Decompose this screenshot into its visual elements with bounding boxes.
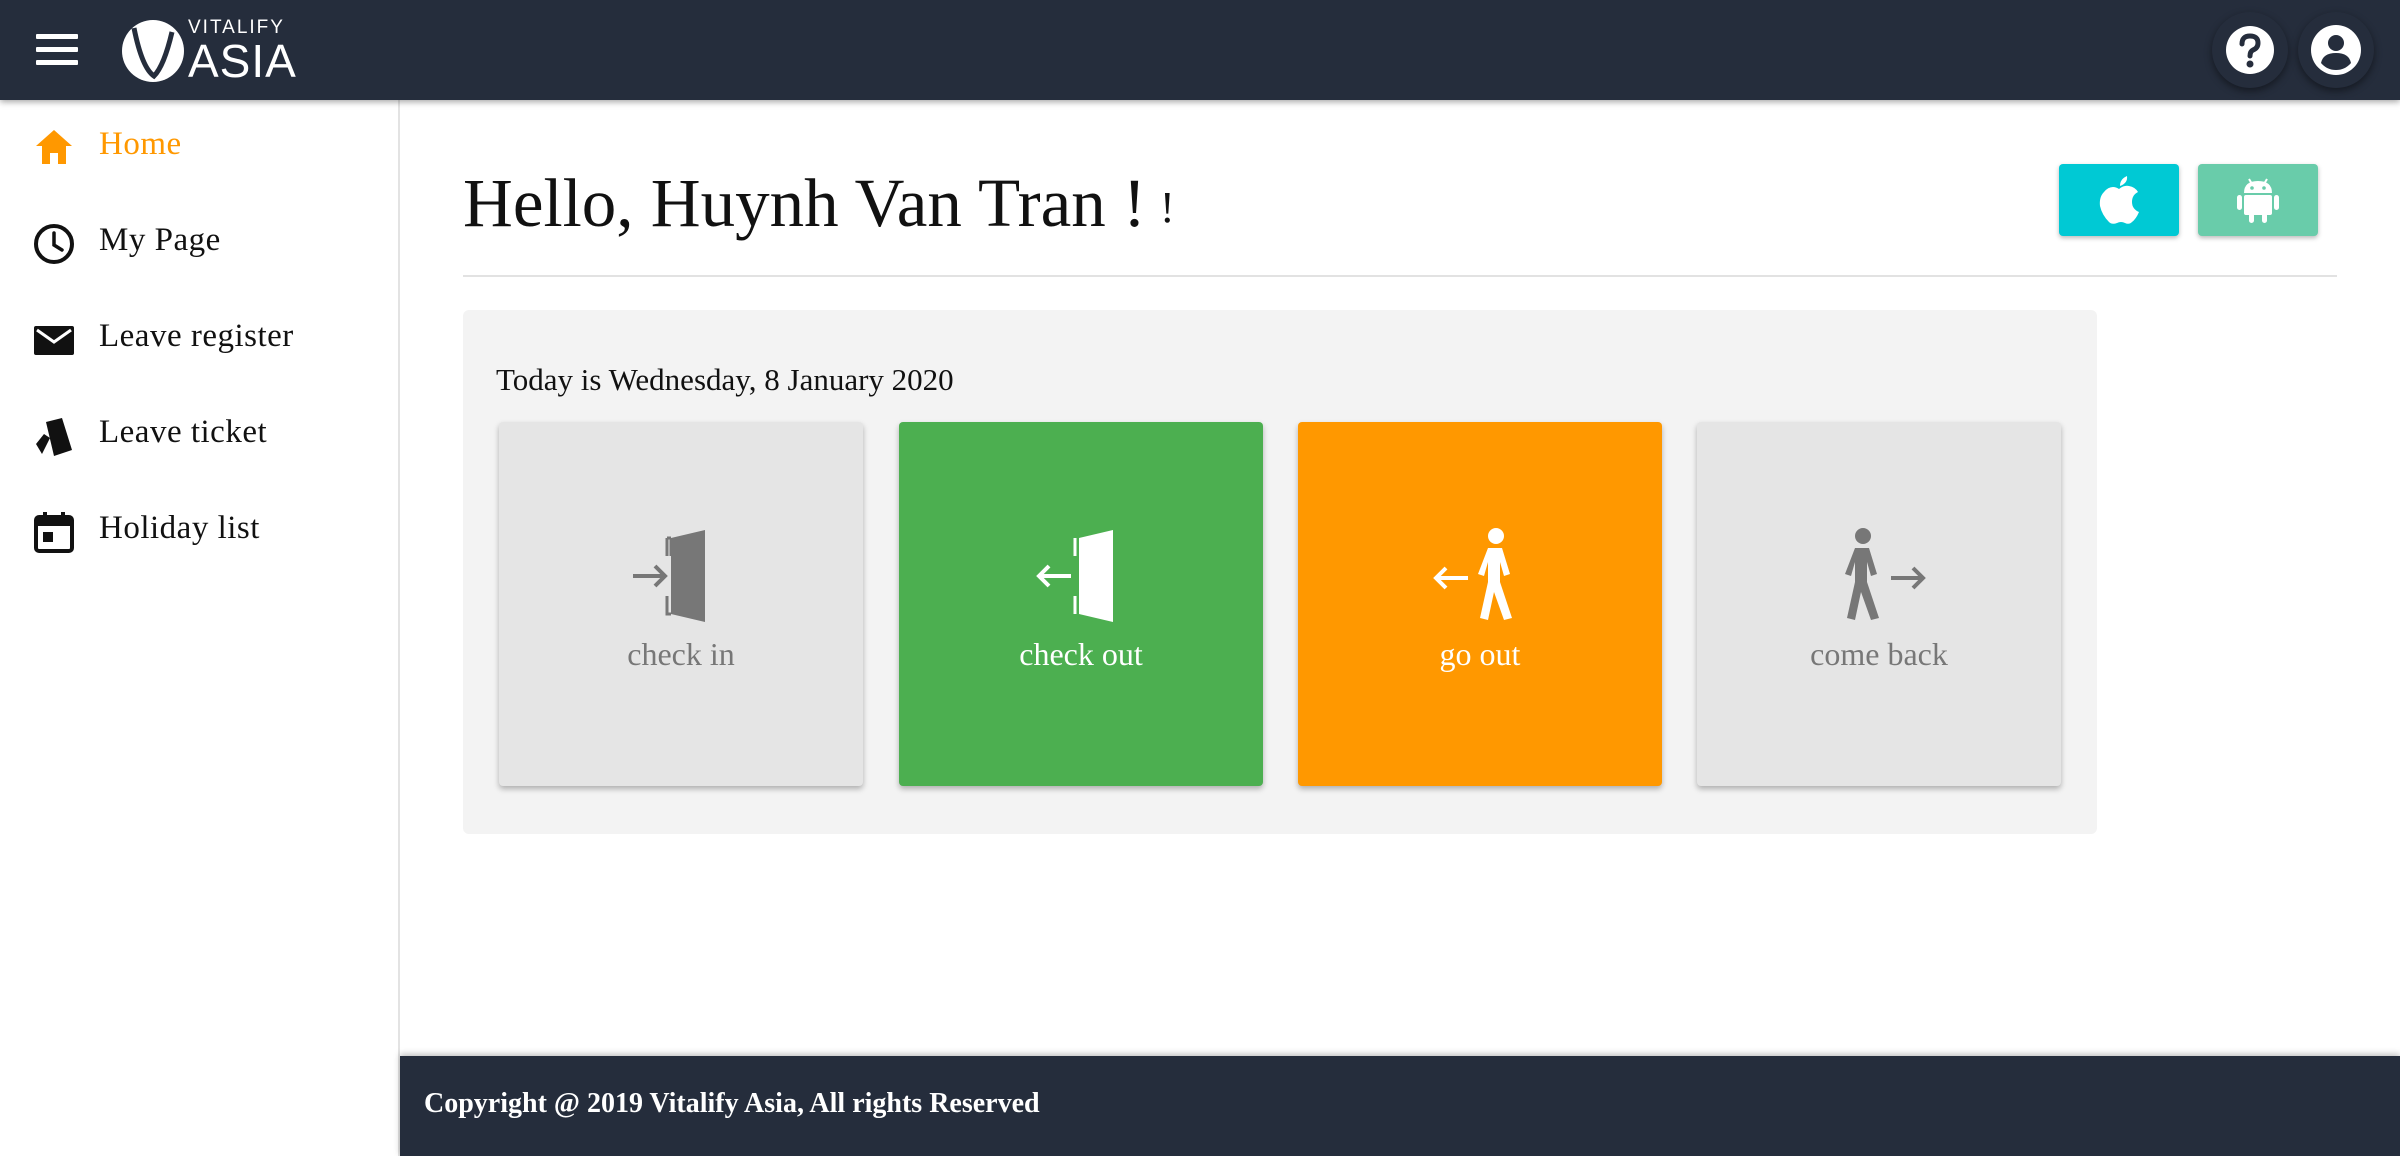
door-enter-icon bbox=[633, 530, 705, 622]
home-icon bbox=[36, 130, 72, 164]
main-content: Hello, Huynh Van Tran !! Today is Wednes… bbox=[400, 100, 2400, 1056]
check-out-button[interactable]: check out bbox=[899, 422, 1263, 786]
copyright-text: Copyright @ 2019 Vitalify Asia, All righ… bbox=[424, 1088, 1040, 1119]
come-back-button[interactable]: come back bbox=[1697, 422, 2061, 786]
sidebar-item-leave-register[interactable]: Leave register bbox=[0, 292, 398, 388]
android-icon bbox=[2237, 178, 2279, 223]
tile-label: come back bbox=[1810, 636, 1948, 672]
sidebar-item-label: Home bbox=[99, 126, 182, 162]
greeting-extra: ! bbox=[1160, 183, 1175, 232]
sidebar-item-my-page[interactable]: My Page bbox=[0, 196, 398, 292]
help-button[interactable] bbox=[2212, 12, 2288, 88]
account-icon bbox=[2311, 25, 2361, 75]
sidebar-item-label: My Page bbox=[99, 222, 221, 258]
logo-big-text: ASIA bbox=[188, 35, 297, 87]
sidebar-item-label: Holiday list bbox=[99, 510, 260, 546]
greeting-text: Hello, Huynh Van Tran ! bbox=[463, 165, 1146, 241]
sidebar-item-holiday-list[interactable]: Holiday list bbox=[0, 484, 398, 580]
calendar-icon bbox=[34, 512, 74, 553]
clock-icon bbox=[34, 224, 74, 264]
mail-icon bbox=[34, 326, 74, 355]
sidebar-item-label: Leave register bbox=[99, 318, 294, 354]
page-title: Hello, Huynh Van Tran !! bbox=[463, 164, 1175, 243]
tile-label: check in bbox=[627, 636, 735, 672]
sidebar-item-leave-ticket[interactable]: Leave ticket bbox=[0, 388, 398, 484]
go-out-button[interactable]: go out bbox=[1298, 422, 1662, 786]
footer: Copyright @ 2019 Vitalify Asia, All righ… bbox=[400, 1056, 2400, 1156]
today-date: Today is Wednesday, 8 January 2020 bbox=[496, 362, 954, 397]
attendance-panel: Today is Wednesday, 8 January 2020 check… bbox=[463, 310, 2097, 834]
ios-app-button[interactable] bbox=[2059, 164, 2179, 236]
divider bbox=[463, 275, 2337, 277]
vitalify-asia-logo[interactable]: VITALIFY ASIA bbox=[118, 14, 298, 87]
walk-back-icon bbox=[1845, 528, 1926, 620]
tile-label: check out bbox=[1019, 636, 1143, 672]
logo-mark-icon bbox=[122, 20, 184, 82]
tile-label: go out bbox=[1439, 636, 1521, 672]
account-button[interactable] bbox=[2298, 12, 2374, 88]
check-in-button[interactable]: check in bbox=[499, 422, 863, 786]
apple-icon bbox=[2099, 176, 2139, 224]
sidebar-item-label: Leave ticket bbox=[99, 414, 268, 450]
sidebar-item-home[interactable]: Home bbox=[0, 100, 398, 196]
android-app-button[interactable] bbox=[2198, 164, 2318, 236]
top-app-bar: VITALIFY ASIA bbox=[0, 0, 2400, 100]
door-exit-icon bbox=[1036, 530, 1113, 622]
menu-icon[interactable] bbox=[28, 26, 86, 74]
sidebar: Home My Page Leave register Leave ticket… bbox=[0, 100, 400, 1156]
ticket-icon bbox=[36, 418, 72, 456]
walk-out-icon bbox=[1433, 528, 1512, 620]
help-icon bbox=[2226, 26, 2274, 74]
